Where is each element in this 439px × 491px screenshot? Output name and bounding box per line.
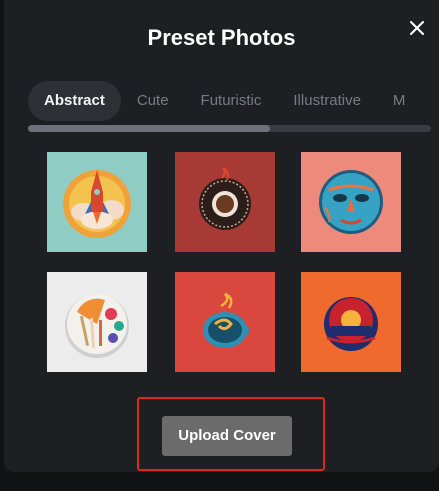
tab-more[interactable]: M (377, 81, 422, 121)
preset-photo-rocket[interactable] (47, 152, 147, 252)
preset-photo-coffee[interactable] (175, 152, 275, 252)
upload-cover-button[interactable]: Upload Cover (162, 416, 292, 456)
preset-photos-modal: Preset Photos Abstract Cute Futuristic Illu… (4, 0, 439, 472)
scrollbar-thumb[interactable] (28, 125, 270, 132)
tab-futuristic[interactable]: Futuristic (185, 81, 278, 121)
preset-photo-sunset[interactable] (301, 272, 401, 372)
close-icon (410, 21, 424, 35)
tab-abstract[interactable]: Abstract (28, 81, 121, 121)
preset-photo-palette[interactable] (47, 272, 147, 372)
modal-title: Preset Photos (147, 25, 296, 50)
tabs-scrollbar[interactable] (28, 125, 431, 132)
preset-photo-mask[interactable] (301, 152, 401, 252)
preset-photo-teacup[interactable] (175, 272, 275, 372)
category-tabs: Abstract Cute Futuristic Illustrative M (28, 81, 439, 121)
tab-illustrative[interactable]: Illustrative (277, 81, 377, 121)
close-button[interactable] (403, 14, 431, 42)
tab-cute[interactable]: Cute (121, 81, 185, 121)
